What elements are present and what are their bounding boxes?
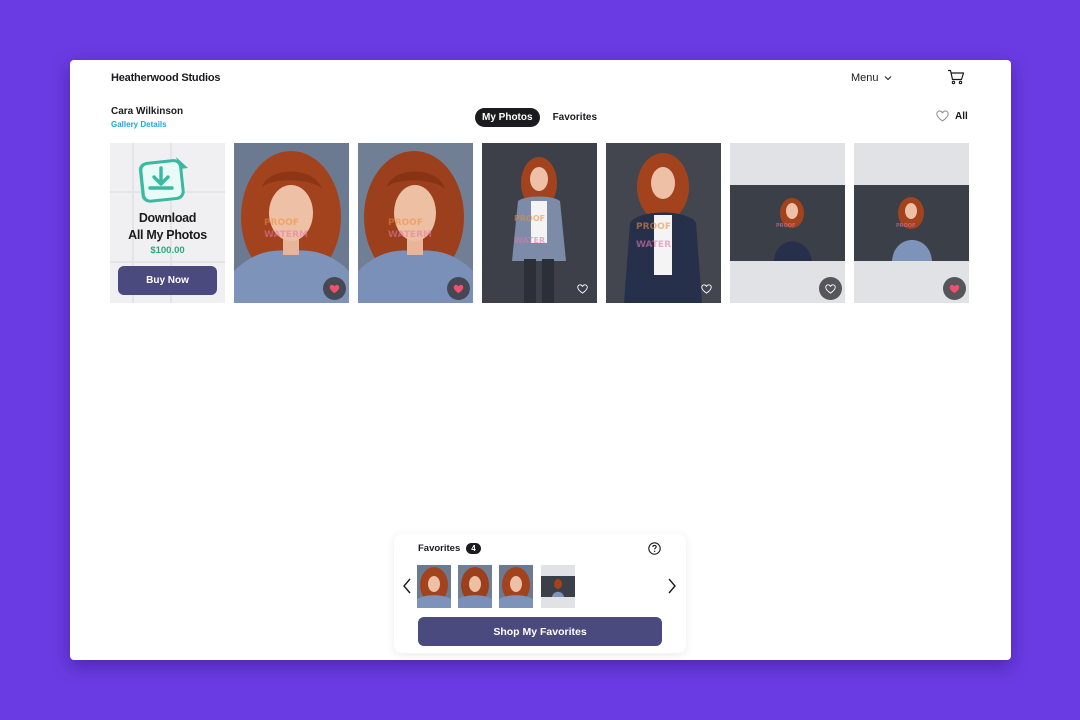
buy-now-button[interactable]: Buy Now [118,266,217,295]
heart-outline-icon [577,283,588,294]
heart-outline-icon [936,110,949,122]
menu-label: Menu [851,72,879,84]
photo-card[interactable]: PROOF WATERM [234,143,349,303]
brand-logo[interactable]: Heatherwood Studios [111,72,220,84]
photo-card[interactable]: PROOF WATER [606,143,721,303]
thumbnail-image [541,565,575,608]
favorite-thumbnail[interactable] [417,565,451,608]
heart-filled-icon [949,284,960,293]
all-filter-toggle[interactable]: All [936,110,968,122]
promo-title-line2: All My Photos [128,228,207,242]
thumbnail-image [499,565,533,608]
favorite-button[interactable] [447,277,470,300]
heart-filled-icon [453,284,464,293]
tab-my-photos[interactable]: My Photos [475,108,540,127]
promo-title: Download All My Photos [110,210,225,244]
heart-filled-icon [329,284,340,293]
user-name: Cara Wilkinson [111,106,184,117]
svg-text:PROOF: PROOF [636,222,671,232]
svg-text:WATERM: WATERM [388,230,432,240]
all-filter-label: All [955,110,968,122]
photo-card[interactable]: PROOF WATER [482,143,597,303]
svg-text:WATER: WATER [514,236,545,245]
help-icon[interactable] [648,542,661,555]
thumbnail-image [458,565,492,608]
favorite-button[interactable] [571,277,594,300]
photo-card[interactable]: PROOF [730,143,845,303]
svg-text:PROOF: PROOF [264,218,299,228]
view-tabs: My Photos Favorites [475,108,604,127]
favorites-header: Favorites 4 [418,543,481,554]
heart-outline-icon [825,283,836,294]
tab-favorites[interactable]: Favorites [546,108,604,127]
download-all-promo: Download All My Photos $100.00 Buy Now [110,143,225,303]
cart-icon[interactable] [947,69,965,85]
promo-title-line1: Download [138,211,197,225]
favorite-thumbnail[interactable] [499,565,533,608]
menu-dropdown[interactable]: Menu [851,72,892,84]
svg-text:PROOF: PROOF [514,214,545,223]
favorites-count-badge: 4 [466,543,481,554]
chevron-right-icon[interactable] [667,577,677,595]
favorite-button[interactable] [819,277,842,300]
download-icon [138,157,188,203]
favorite-thumbnail[interactable] [541,565,575,608]
chevron-left-icon[interactable] [402,577,412,595]
svg-text:PROOF: PROOF [776,223,795,229]
thumbnail-image [417,565,451,608]
gallery-details-link[interactable]: Gallery Details [111,120,167,129]
svg-text:WATER: WATER [636,240,671,250]
favorites-panel: Favorites 4 Shop My Favorites [394,534,686,653]
svg-text:WATERM: WATERM [264,230,308,240]
favorite-thumbnail[interactable] [458,565,492,608]
photo-card[interactable]: PROOF [854,143,969,303]
heart-outline-icon [701,283,712,294]
chevron-down-icon [884,76,891,81]
favorite-button[interactable] [943,277,966,300]
shop-my-favorites-button[interactable]: Shop My Favorites [418,617,662,646]
svg-text:PROOF: PROOF [896,223,915,229]
favorite-button[interactable] [323,277,346,300]
photo-card[interactable]: PROOF WATERM [358,143,473,303]
promo-price: $100.00 [150,245,185,256]
favorite-button[interactable] [695,277,718,300]
svg-text:PROOF: PROOF [388,218,423,228]
favorites-title: Favorites [418,543,461,554]
